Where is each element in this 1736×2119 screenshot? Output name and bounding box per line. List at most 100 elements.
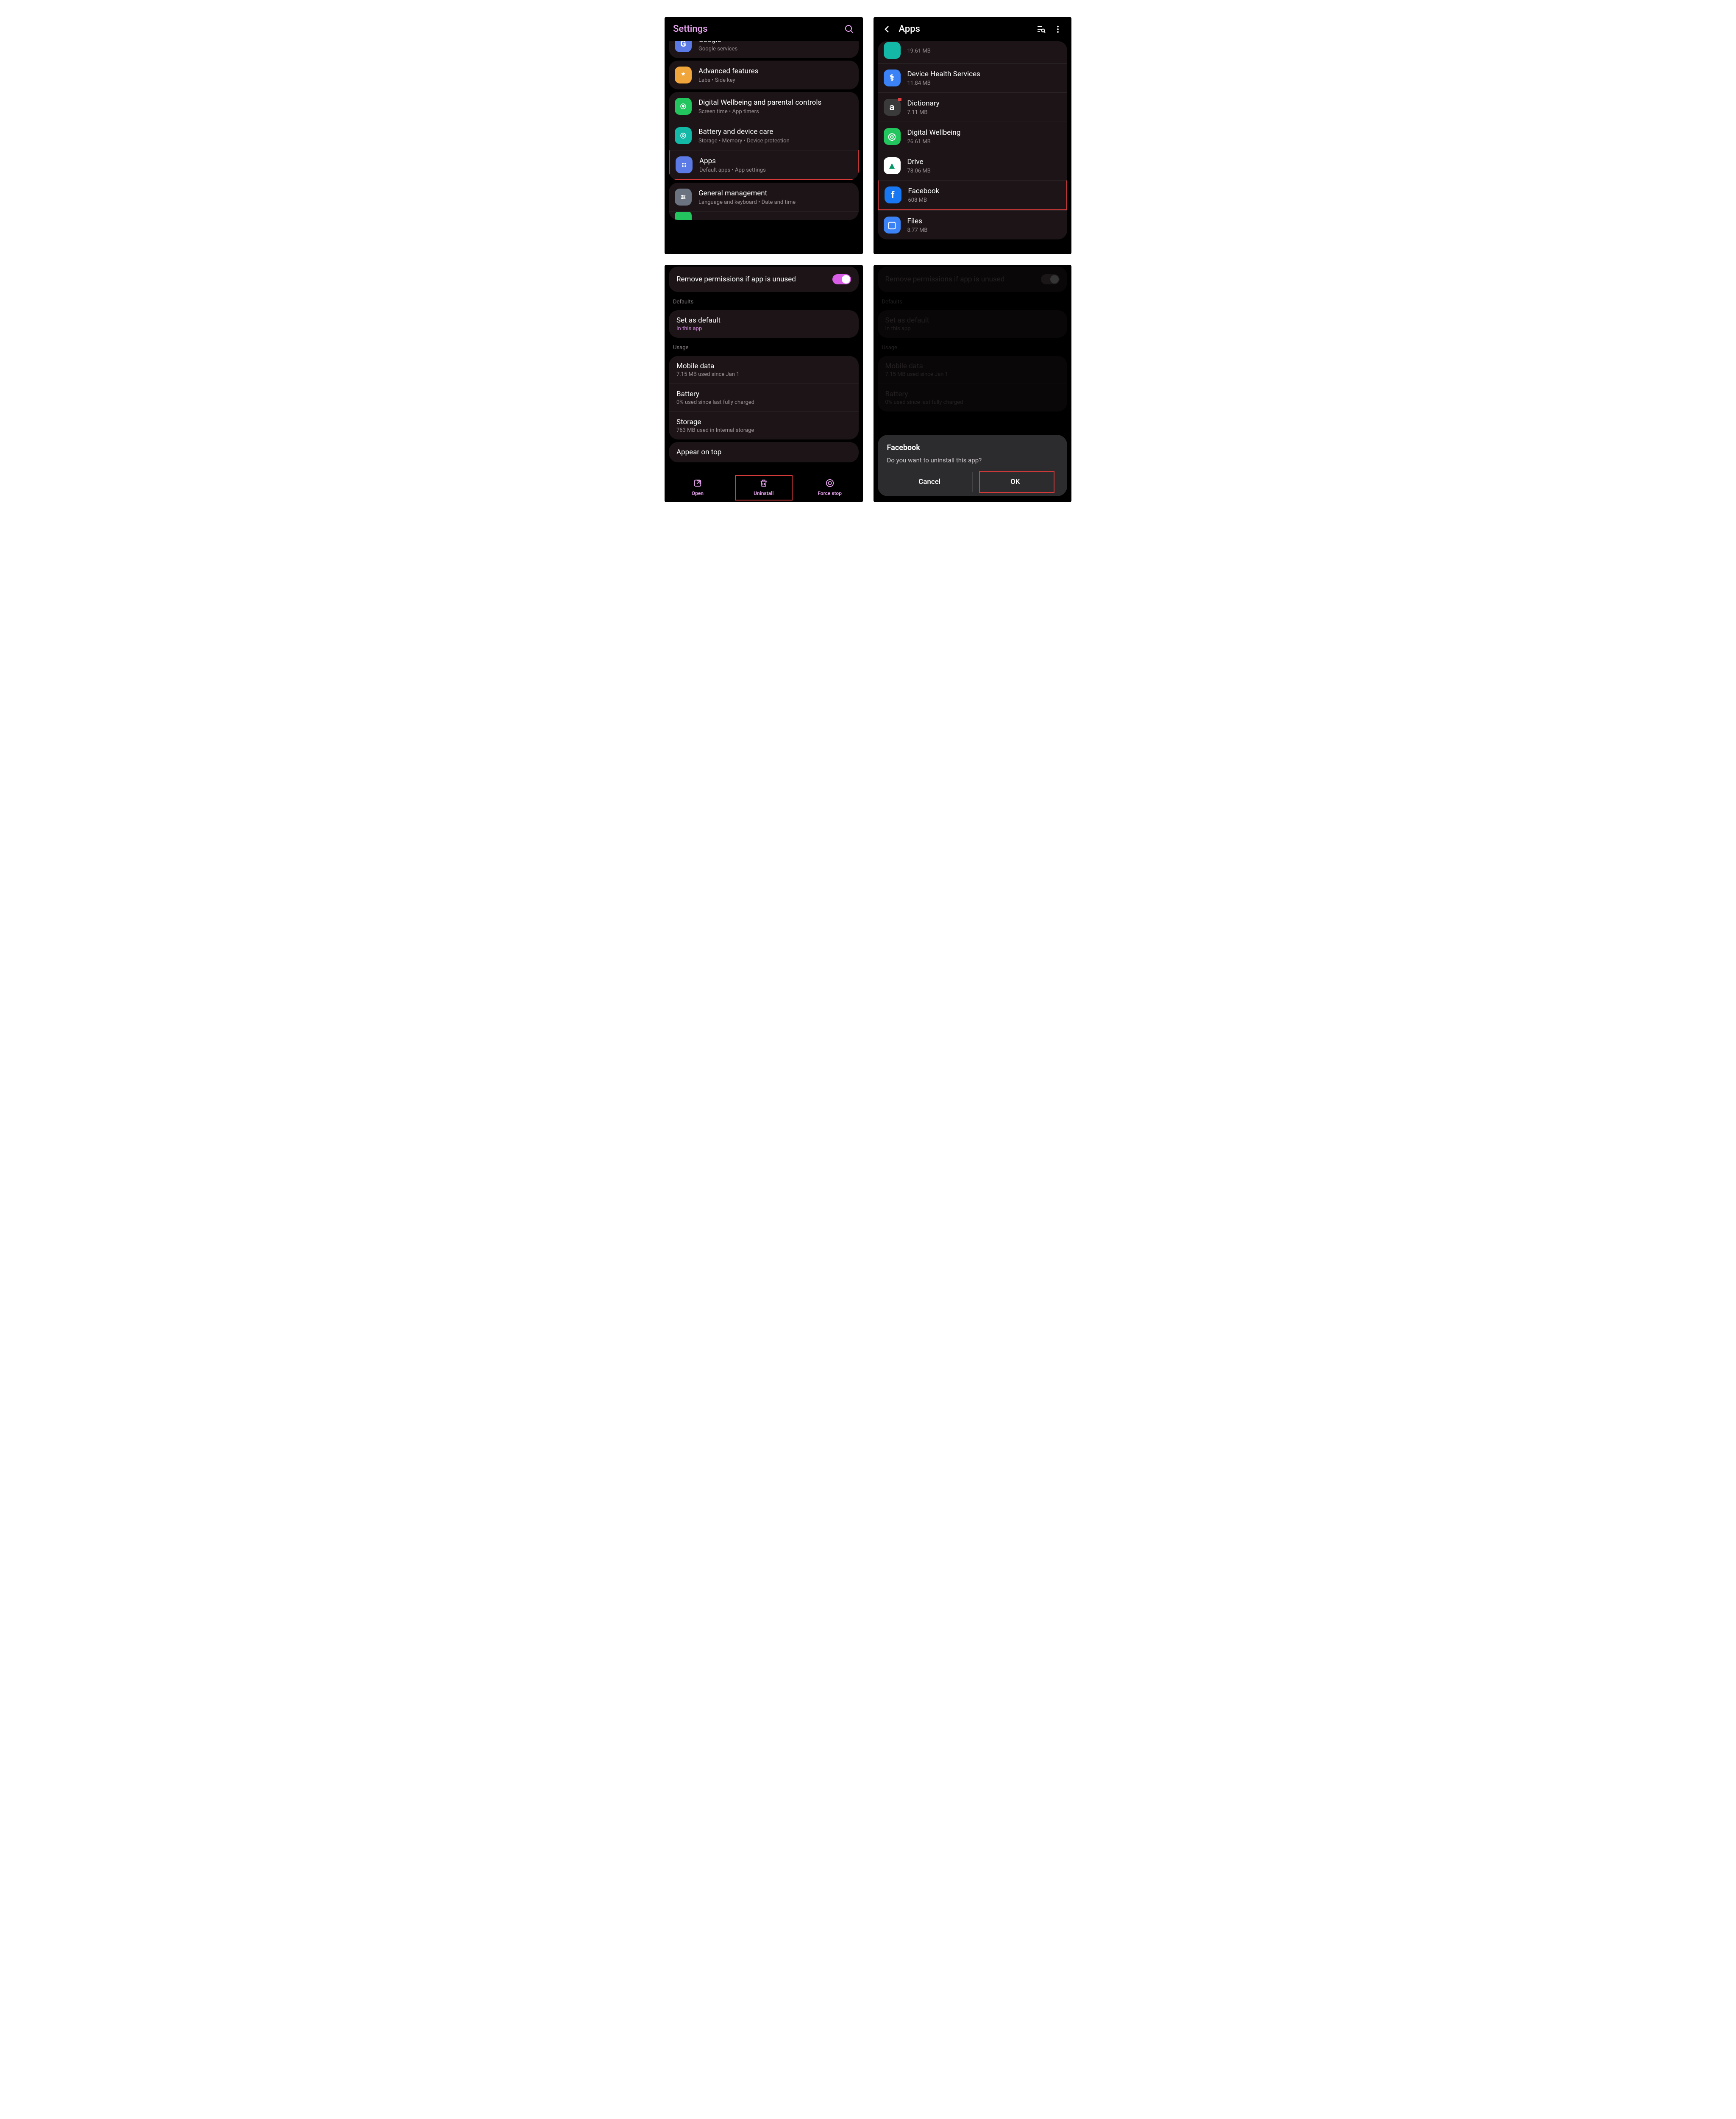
usage-mobile-data[interactable]: Mobile data 7.15 MB used since Jan 1 [669,356,859,384]
app-name: Files [907,217,1062,226]
settings-group: G Google Google services [669,41,859,58]
set-as-default-row: Set as default In this app [878,310,1068,338]
toggle-label: Remove permissions if app is unused [885,275,1041,284]
app-size: 7.11 MB [907,109,1062,116]
force-stop-icon [825,478,835,488]
settings-group: Digital Wellbeing and parental controls … [669,92,859,180]
toggle-switch[interactable] [832,274,851,284]
app-icon [884,42,901,59]
usage-card: Mobile data 7.15 MB used since Jan 1 Bat… [669,356,859,439]
row-title: Set as default [885,316,1060,325]
google-icon: G [675,41,692,52]
dialog-actions: Cancel OK [887,472,1058,492]
row-title: Mobile data [885,362,1060,370]
battery-icon [675,127,692,144]
bottom-action-bar: Open Uninstall Force stop [665,474,863,502]
set-as-default-row[interactable]: Set as default In this app [669,310,859,338]
row-title: Storage [676,418,851,426]
settings-item-cutoff[interactable] [669,211,859,220]
row-sub: In this app [676,325,851,332]
app-row[interactable]: ▲ Drive78.06 MB [878,151,1068,180]
row-title: Battery [676,390,851,398]
page-title: Apps [899,24,1029,34]
settings-item-google[interactable]: G Google Google services [669,41,859,58]
item-subtitle: Google services [698,46,853,52]
uninstall-dialog: Facebook Do you want to uninstall this a… [878,435,1068,496]
search-icon[interactable] [844,24,854,34]
app-size: 78.06 MB [907,168,1062,174]
screen-app-info-dialog: Remove permissions if app is unused Defa… [874,265,1072,502]
row-sub: In this app [885,325,1060,332]
settings-item-advanced-features[interactable]: Advanced features Labs • Side key [669,61,859,89]
app-name: Device Health Services [907,70,1062,79]
item-subtitle: Storage • Memory • Device protection [698,138,853,144]
app-name: Drive [907,157,1062,167]
settings-item-apps[interactable]: Apps Default apps • App settings [669,150,859,180]
toggle-switch [1041,274,1060,284]
app-row-cutoff[interactable]: 19.61 MB [878,41,1068,63]
row-title: Mobile data [676,362,851,370]
app-row[interactable]: f Facebook608 MB [878,180,1068,210]
more-icon[interactable] [1053,24,1063,34]
settings-item-battery-care[interactable]: Battery and device care Storage • Memory… [669,121,859,150]
page-title: Settings [673,24,837,34]
defaults-card: Set as default In this app [878,310,1068,338]
remove-permissions-row: Remove permissions if app is unused [878,267,1068,292]
app-row[interactable]: ▢Files8.77 MB [878,210,1068,239]
app-icon: ⚕ [884,70,901,86]
item-title: General management [698,189,853,198]
row-sub: 0% used since last fully charged [885,399,1060,406]
apps-list: 19.61 MB ⚕Device Health Services11.84 MB… [878,41,1068,239]
apps-icon [676,156,693,173]
back-icon[interactable] [882,24,892,34]
cancel-button[interactable]: Cancel [887,472,972,492]
item-title: Digital Wellbeing and parental controls [698,98,853,107]
dialog-title: Facebook [887,443,1058,452]
dialog-message: Do you want to uninstall this app? [887,456,1058,464]
appear-on-top-row[interactable]: Appear on top [669,442,859,462]
app-size: 26.61 MB [907,139,1062,145]
settings-item-general-management[interactable]: General management Language and keyboard… [669,183,859,211]
section-usage: Usage [665,340,863,353]
filter-search-icon[interactable] [1036,24,1046,34]
app-icon: ▲ [884,157,901,174]
remove-permissions-row[interactable]: Remove permissions if app is unused [669,267,859,292]
advanced-icon [675,67,692,83]
wellbeing-icon [675,98,692,115]
row-title: Appear on top [676,448,851,456]
app-icon: f [885,186,901,203]
cutoff-icon [675,211,692,220]
usage-storage[interactable]: Storage 763 MB used in Internal storage [669,412,859,439]
item-subtitle: Language and keyboard • Date and time [698,199,853,206]
item-title: Advanced features [698,67,853,76]
toggle-label: Remove permissions if app is unused [676,275,832,284]
app-name: Digital Wellbeing [907,128,1062,137]
settings-group: General management Language and keyboard… [669,183,859,220]
app-size: 608 MB [908,197,1061,203]
open-icon [693,478,702,488]
button-label: Force stop [818,490,842,496]
usage-card: Mobile data 7.15 MB used since Jan 1 Bat… [878,356,1068,412]
general-mgmt-icon [675,189,692,206]
app-row[interactable]: ⚕Device Health Services11.84 MB [878,63,1068,92]
usage-battery[interactable]: Battery 0% used since last fully charged [669,384,859,412]
app-size: 19.61 MB [907,48,1062,54]
item-subtitle: Labs • Side key [698,77,853,83]
usage-battery: Battery 0% used since last fully charged [878,384,1068,412]
app-row[interactable]: ◎ Digital Wellbeing 26.61 MB [878,122,1068,151]
open-button[interactable]: Open [665,478,731,496]
item-subtitle: Screen time • App timers [698,108,853,115]
item-title: Google [698,41,853,45]
notification-badge [898,98,901,101]
usage-mobile-data: Mobile data 7.15 MB used since Jan 1 [878,356,1068,384]
app-icon: ◎ [884,128,901,145]
app-row[interactable]: aDictionary7.11 MB [878,92,1068,122]
defaults-card: Set as default In this app [669,310,859,338]
settings-item-digital-wellbeing[interactable]: Digital Wellbeing and parental controls … [669,92,859,121]
force-stop-button[interactable]: Force stop [797,478,863,496]
row-sub: 7.15 MB used since Jan 1 [885,371,1060,378]
app-icon: a [884,99,901,116]
app-name: Facebook [908,186,1061,196]
section-usage: Usage [874,340,1072,353]
uninstall-button[interactable]: Uninstall [731,478,797,496]
